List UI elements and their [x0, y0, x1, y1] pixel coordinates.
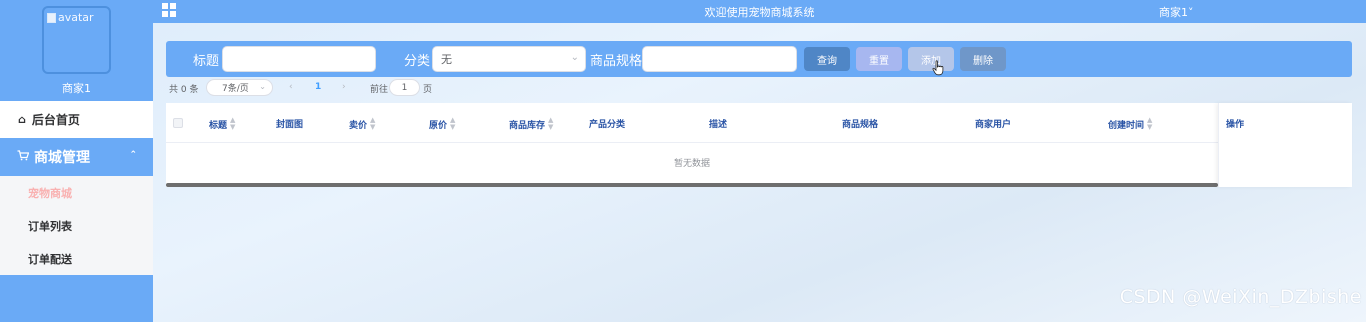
column-header-created-time[interactable]: 创建时间 ▲ ▼	[1108, 117, 1152, 131]
sort-icon[interactable]: ▲ ▼	[370, 117, 375, 131]
reset-button[interactable]: 重置	[856, 47, 902, 71]
pagination-total: 共 0 条	[169, 85, 199, 95]
category-filter-label: 分类	[404, 54, 431, 69]
empty-state-text: 暂无数据	[673, 159, 710, 169]
sort-icon[interactable]: ▲ ▼	[450, 117, 455, 131]
sort-icon[interactable]: ▲ ▼	[230, 117, 235, 131]
menu-item-home[interactable]: ⌂ 后台首页	[0, 101, 153, 138]
pagination: 共 0 条 7条/页 ⌄ ‹ 1 › 前往 1 页	[166, 78, 1352, 98]
next-page-icon[interactable]: ›	[342, 82, 346, 92]
search-bar: 标题 分类 无 ⌄ 商品规格 查询 重置 添加 删除	[166, 41, 1352, 77]
fixed-operation-column: 操作	[1218, 103, 1352, 187]
goto-label: 前往	[370, 85, 389, 95]
submenu-item-pet-shop[interactable]: 宠物商城	[0, 176, 153, 209]
column-header-price[interactable]: 卖价 ▲ ▼	[349, 117, 375, 131]
submenu-item-order-list[interactable]: 订单列表	[0, 209, 153, 242]
menu-item-shop-management[interactable]: 商城管理 ⌃	[0, 138, 153, 176]
column-header-original-price[interactable]: 原价 ▲ ▼	[429, 117, 455, 131]
sidebar: avatar 商家1 ⌂ 后台首页 商城管理 ⌃ 宠物商城 订单列表 订单配送	[0, 0, 153, 322]
delete-button[interactable]: 删除	[960, 47, 1006, 71]
menu-item-home-label: 后台首页	[31, 113, 80, 127]
category-select[interactable]: 无 ⌄	[432, 46, 586, 72]
menu-item-shop-label: 商城管理	[34, 150, 90, 166]
query-button[interactable]: 查询	[804, 47, 850, 71]
page-size-select[interactable]: 7条/页 ⌄	[206, 79, 273, 96]
data-table: 标题 ▲ ▼ 封面图 卖价 ▲ ▼ 原价 ▲ ▼ 商品库存 ▲ ▼ 产品分类 描述 商品规格 商…	[166, 103, 1352, 187]
avatar[interactable]: avatar	[42, 6, 111, 74]
chevron-up-icon: ⌃	[129, 150, 137, 160]
user-name: 商家1	[1159, 6, 1188, 19]
category-select-value: 无	[441, 53, 452, 66]
cart-icon	[17, 150, 30, 164]
column-header-spec: 商品规格	[842, 120, 879, 130]
chevron-down-icon: ˅	[1188, 6, 1194, 19]
broken-image-icon: avatar	[47, 11, 94, 24]
title-filter-label: 标题	[193, 54, 220, 69]
spec-filter-input[interactable]	[642, 46, 797, 72]
page-jump-input[interactable]: 1	[389, 79, 420, 96]
table-header: 标题 ▲ ▼ 封面图 卖价 ▲ ▼ 原价 ▲ ▼ 商品库存 ▲ ▼ 产品分类 描述 商品规格 商…	[166, 103, 1352, 143]
select-all-checkbox[interactable]	[173, 118, 183, 128]
column-header-description: 描述	[709, 120, 728, 130]
user-dropdown[interactable]: 商家1˅	[1159, 4, 1194, 20]
column-header-stock[interactable]: 商品库存 ▲ ▼	[509, 117, 553, 131]
hand-cursor-icon	[932, 60, 944, 76]
column-header-category: 产品分类	[589, 120, 626, 130]
spec-filter-label: 商品规格	[590, 54, 643, 69]
merchant-name: 商家1	[62, 82, 91, 95]
sort-icon[interactable]: ▲ ▼	[548, 117, 553, 131]
column-header-actions: 操作	[1226, 120, 1245, 130]
chevron-down-icon: ⌄	[570, 52, 579, 63]
page-suffix-label: 页	[423, 85, 433, 95]
page-size-value: 7条/页	[222, 84, 249, 94]
avatar-alt-text: avatar	[58, 11, 94, 24]
add-button[interactable]: 添加	[908, 47, 954, 71]
sort-icon[interactable]: ▲ ▼	[1147, 117, 1152, 131]
current-page-number[interactable]: 1	[315, 82, 321, 92]
column-header-title[interactable]: 标题 ▲ ▼	[209, 117, 235, 131]
submenu-item-order-delivery[interactable]: 订单配送	[0, 242, 153, 275]
column-header-merchant-user: 商家用户	[975, 120, 1012, 130]
watermark: CSDN @WeiXin_DZbishe	[1119, 286, 1362, 308]
horizontal-scrollbar[interactable]	[166, 183, 1218, 187]
column-header-cover: 封面图	[276, 120, 304, 130]
submenu: 宠物商城 订单列表 订单配送	[0, 176, 153, 275]
top-bar: 欢迎使用宠物商城系统 商家1˅	[153, 0, 1366, 23]
chevron-down-icon: ⌄	[259, 82, 266, 91]
title-filter-input[interactable]	[222, 46, 376, 72]
home-icon: ⌂	[18, 113, 26, 126]
prev-page-icon[interactable]: ‹	[289, 82, 293, 92]
